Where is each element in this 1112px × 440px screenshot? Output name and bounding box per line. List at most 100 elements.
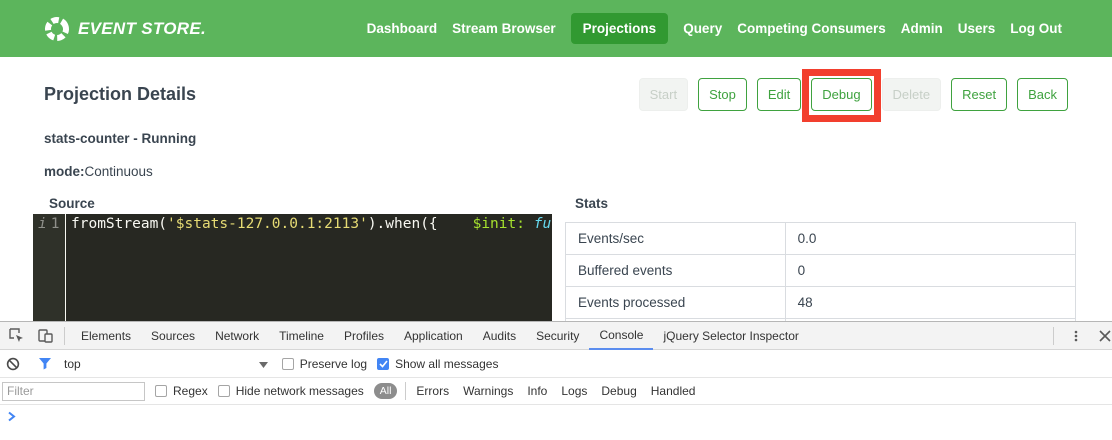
close-devtools-icon[interactable]: [1092, 323, 1112, 349]
mode-label: mode:: [44, 164, 85, 179]
code-spacing: [438, 216, 473, 232]
nav-users[interactable]: Users: [958, 13, 996, 44]
top-navbar: EVENT STORE. Dashboard Stream Browser Pr…: [0, 0, 1112, 57]
clear-console-icon[interactable]: [0, 357, 26, 371]
code-line[interactable]: fromStream('$stats-127.0.0.1:2113').when…: [65, 214, 552, 321]
filter-input[interactable]: [2, 382, 145, 401]
regex-checkbox[interactable]: [155, 385, 167, 397]
console-prompt[interactable]: [0, 405, 1112, 431]
nav-dashboard[interactable]: Dashboard: [367, 13, 438, 44]
stat-name: Buffered events: [566, 255, 786, 287]
execution-context-selector[interactable]: top: [58, 357, 268, 371]
regex-toggle[interactable]: Regex: [155, 384, 208, 398]
filter-icon[interactable]: [32, 357, 58, 370]
preserve-log-checkbox[interactable]: [282, 358, 294, 370]
toolbar-divider: [64, 327, 65, 345]
devtools-window-controls: [1047, 322, 1112, 350]
devtools-panel: Elements Sources Network Timeline Profil…: [0, 321, 1112, 440]
nav-log-out[interactable]: Log Out: [1010, 13, 1062, 44]
hide-network-messages-label: Hide network messages: [236, 384, 364, 398]
stat-name: Events/sec: [566, 223, 786, 255]
source-code-editor[interactable]: i 1 fromStream('$stats-127.0.0.1:2113').…: [33, 214, 552, 321]
nav-stream-browser[interactable]: Stream Browser: [452, 13, 556, 44]
stat-value: 0.0: [785, 223, 1075, 255]
edit-button[interactable]: Edit: [757, 78, 801, 111]
code-string: '$stats-127.0.0.1:2113': [167, 216, 368, 232]
devtools-tab-jquery-selector-inspector[interactable]: jQuery Selector Inspector: [653, 322, 808, 350]
chevron-down-icon: [259, 357, 268, 371]
show-all-messages-checkbox[interactable]: [377, 358, 389, 370]
filter-level-warnings[interactable]: Warnings: [463, 384, 513, 398]
editor-gutter: i 1: [33, 214, 65, 321]
devtools-tab-application[interactable]: Application: [394, 322, 473, 350]
code-plain: fromStream(: [71, 216, 167, 232]
brand-name: EVENT STORE.: [78, 19, 206, 39]
devtools-tab-security[interactable]: Security: [526, 322, 589, 350]
nav-query[interactable]: Query: [683, 13, 722, 44]
stop-button[interactable]: Stop: [698, 78, 747, 111]
stat-name: Events processed: [566, 287, 786, 319]
stats-section-label: Stats: [575, 196, 608, 211]
devtools-tab-timeline[interactable]: Timeline: [269, 322, 334, 350]
device-toolbar-icon[interactable]: [32, 323, 58, 349]
action-buttons: Start Stop Edit Debug Delete Reset Back: [639, 78, 1068, 111]
console-toolbar: top Preserve log Show all messages: [0, 350, 1112, 378]
show-all-messages-toggle[interactable]: Show all messages: [377, 357, 498, 371]
filter-level-info[interactable]: Info: [527, 384, 547, 398]
screen: EVENT STORE. Dashboard Stream Browser Pr…: [0, 0, 1112, 440]
stat-value: 48: [785, 287, 1075, 319]
devtools-tab-network[interactable]: Network: [205, 322, 269, 350]
devtools-tab-profiles[interactable]: Profiles: [334, 322, 394, 350]
nav-projections[interactable]: Projections: [571, 13, 669, 44]
devtools-tabbar: Elements Sources Network Timeline Profil…: [0, 322, 1112, 350]
debug-button[interactable]: Debug: [811, 78, 871, 111]
hide-network-messages-toggle[interactable]: Hide network messages: [218, 384, 364, 398]
devtools-tab-audits[interactable]: Audits: [473, 322, 526, 350]
kebab-menu-icon[interactable]: [1063, 323, 1089, 349]
filter-divider: [405, 382, 406, 400]
nav-admin[interactable]: Admin: [901, 13, 943, 44]
table-row: Events/sec 0.0: [566, 223, 1076, 255]
console-prompt-chevron-icon: [7, 411, 16, 425]
inspect-element-icon[interactable]: [3, 323, 29, 349]
stat-value: 0: [785, 255, 1075, 287]
filter-level-logs[interactable]: Logs: [561, 384, 587, 398]
start-button: Start: [639, 78, 688, 111]
table-row: Events processed 48: [566, 287, 1076, 319]
reset-button[interactable]: Reset: [951, 78, 1007, 111]
code-keyword: $init:: [473, 216, 525, 232]
main-nav: Dashboard Stream Browser Projections Que…: [367, 0, 1062, 57]
delete-button: Delete: [882, 78, 942, 111]
hide-network-messages-checkbox[interactable]: [218, 385, 230, 397]
eventstore-logo-icon: [44, 16, 70, 42]
filter-level-errors[interactable]: Errors: [416, 384, 449, 398]
line-number: 1: [51, 216, 60, 232]
preserve-log-toggle[interactable]: Preserve log: [282, 357, 367, 371]
filter-level-all-badge[interactable]: All: [374, 383, 398, 399]
show-all-messages-label: Show all messages: [395, 357, 498, 371]
filter-level-handled[interactable]: Handled: [651, 384, 696, 398]
page-title: Projection Details: [44, 84, 196, 105]
regex-label: Regex: [173, 384, 208, 398]
toolbar-divider: [1053, 327, 1054, 345]
projection-name-status: stats-counter - Running: [44, 131, 196, 146]
brand[interactable]: EVENT STORE.: [44, 16, 206, 42]
back-button[interactable]: Back: [1017, 78, 1068, 111]
debug-button-highlight-wrap: Debug: [811, 78, 871, 111]
projection-mode: mode:Continuous: [44, 164, 153, 179]
devtools-tab-sources[interactable]: Sources: [141, 322, 205, 350]
devtools-tab-console[interactable]: Console: [589, 322, 653, 350]
preserve-log-label: Preserve log: [300, 357, 367, 371]
execution-context-value: top: [64, 357, 81, 371]
code-function-keyword: fu: [534, 216, 551, 232]
nav-competing-consumers[interactable]: Competing Consumers: [737, 13, 886, 44]
gutter-annotation-icon: i: [38, 216, 47, 232]
table-row: Buffered events 0: [566, 255, 1076, 287]
filter-level-debug[interactable]: Debug: [601, 384, 636, 398]
console-filter-bar: Regex Hide network messages All Errors W…: [0, 378, 1112, 405]
code-plain: ).when({: [368, 216, 438, 232]
source-section-label: Source: [49, 196, 95, 211]
mode-value: Continuous: [85, 164, 153, 179]
code-space: [525, 216, 534, 232]
devtools-tab-elements[interactable]: Elements: [71, 322, 141, 350]
